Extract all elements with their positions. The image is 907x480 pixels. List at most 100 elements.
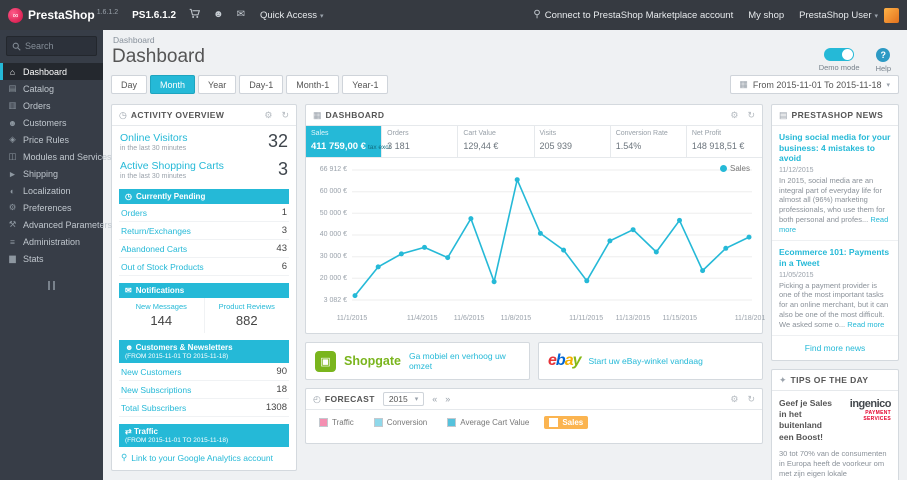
demo-mode-toggle[interactable] <box>824 48 855 61</box>
link-icon: ⚲ <box>121 452 128 462</box>
abandoned-carts-link[interactable]: Abandoned Carts <box>121 244 187 254</box>
sidebar-item-localization[interactable]: ◐ Localization <box>0 182 103 199</box>
orders-link[interactable]: Orders <box>121 208 147 218</box>
forecast-next-button[interactable]: » <box>445 394 450 404</box>
search-input[interactable] <box>25 41 91 51</box>
sidebar-item-dashboard[interactable]: ⌂ Dashboard <box>0 63 103 80</box>
pending-row-returns: Return/Exchanges 3 <box>119 222 289 240</box>
user-menu[interactable]: PrestaShop User ▾ <box>799 10 878 21</box>
forecast-legend-traffic[interactable]: Traffic <box>314 416 359 429</box>
page-title: Dashboard <box>112 46 205 67</box>
marketplace-link[interactable]: Connect to PrestaShop Marketplace accoun… <box>545 10 734 21</box>
refresh-icon[interactable]: ↻ <box>747 394 755 405</box>
sidebar-item-customers[interactable]: ☻ Customers <box>0 114 103 131</box>
customers-row-total-subscribers: Total Subscribers 1308 <box>119 399 289 417</box>
range-month-button[interactable]: Month <box>150 75 196 94</box>
globe-icon: ◐ <box>9 185 16 196</box>
range-month-1-button[interactable]: Month-1 <box>286 75 340 94</box>
sidebar-item-orders[interactable]: ▥ Orders <box>0 97 103 114</box>
out-of-stock-link[interactable]: Out of Stock Products <box>121 262 204 272</box>
panel-title: TIPS OF THE DAY <box>790 375 869 386</box>
date-range-button[interactable]: ▦ From 2015-11-01 To 2015-11-18 ▾ <box>730 75 899 94</box>
sidebar-item-shipping[interactable]: ► Shipping <box>0 165 103 182</box>
demo-mode-label: Demo mode <box>818 63 860 72</box>
kpi-net-profit[interactable]: Net Profit 148 918,51 € <box>687 126 762 157</box>
shopgate-promo-link[interactable]: Ga mobiel en verhoog uw omzet <box>409 351 520 371</box>
news-item-title[interactable]: Using social media for your business: 4 … <box>779 132 891 164</box>
forecast-year-select[interactable]: 2015 ▾ <box>382 392 425 406</box>
quick-access-menu[interactable]: Quick Access ▾ <box>260 10 324 21</box>
prestashop-logo-icon[interactable]: ∞ <box>8 7 23 23</box>
news-item-title[interactable]: Ecommerce 101: Payments in a Tweet <box>779 247 891 268</box>
sidebar-item-advanced-parameters[interactable]: ⚒ Advanced Parameters <box>0 216 112 233</box>
new-subscriptions-link[interactable]: New Subscriptions <box>121 385 191 395</box>
forecast-legend-average-cart-value[interactable]: Average Cart Value <box>442 416 534 429</box>
product-reviews-link[interactable]: Product Reviews <box>207 302 288 311</box>
shopgate-brand: Shopgate <box>344 354 401 368</box>
range-year-1-button[interactable]: Year-1 <box>342 75 389 94</box>
sidebar-item-administration[interactable]: ≡ Administration <box>0 233 103 250</box>
shop-name[interactable]: PS1.6.1.2 <box>132 10 176 21</box>
chart-legend[interactable]: Sales <box>719 164 750 173</box>
tip-heading-link[interactable]: Geef je Sales in het buitenland een Boos… <box>779 398 834 442</box>
gear-icon[interactable]: ⚙ <box>264 110 272 121</box>
clock-icon: ◷ <box>125 192 132 201</box>
range-day-1-button[interactable]: Day-1 <box>239 75 284 94</box>
user-avatar[interactable] <box>884 7 899 23</box>
returns-link[interactable]: Return/Exchanges <box>121 226 191 236</box>
search-icon <box>12 42 21 51</box>
sidebar-item-modules[interactable]: ◫ Modules and Services <box>0 148 111 165</box>
active-carts-link[interactable]: Active Shopping Carts <box>120 160 224 172</box>
kpi-sales[interactable]: Sales 411 759,00 € tax excl. <box>306 126 392 157</box>
range-day-button[interactable]: Day <box>111 75 148 94</box>
total-subscribers-link[interactable]: Total Subscribers <box>121 403 186 413</box>
new-messages-link[interactable]: New Messages <box>121 302 202 311</box>
help-icon[interactable]: ? <box>876 48 891 62</box>
news-icon: ▤ <box>779 109 788 120</box>
customers-notification-icon[interactable]: ☻ <box>213 10 224 20</box>
truck-icon: ► <box>8 168 17 179</box>
brand-name[interactable]: PrestaShop <box>28 8 95 22</box>
google-analytics-link[interactable]: ⚲ Link to your Google Analytics account <box>112 447 296 470</box>
online-visitors-link[interactable]: Online Visitors <box>120 132 188 144</box>
range-year-button[interactable]: Year <box>198 75 237 94</box>
ebay-promo-card[interactable]: ebay Start uw eBay-winkel vandaag <box>538 342 763 380</box>
lightbulb-icon: ✦ <box>779 374 787 385</box>
new-customers-link[interactable]: New Customers <box>121 367 181 377</box>
sidebar-item-label: Modules and Services <box>23 151 112 162</box>
forecast-legend-sales[interactable]: Sales <box>544 416 589 429</box>
kpi-visits[interactable]: Visits 205 939 <box>535 126 611 157</box>
sidebar-item-preferences[interactable]: ⚙ Preferences <box>0 199 103 216</box>
sales-swatch-icon <box>549 418 559 427</box>
refresh-icon[interactable]: ↻ <box>281 110 289 121</box>
shopgate-promo-card[interactable]: ▣ Shopgate Ga mobiel en verhoog uw omzet <box>305 342 530 380</box>
dashboard-panel-icon: ▦ <box>313 109 322 120</box>
wrench-icon: ⚒ <box>8 219 17 229</box>
refresh-icon[interactable]: ↻ <box>747 110 755 121</box>
find-more-news-link[interactable]: Find more news <box>772 336 898 360</box>
gear-icon[interactable]: ⚙ <box>730 110 738 121</box>
kpi-conversion-rate[interactable]: Conversion Rate 1.54% <box>611 126 687 157</box>
customers-icon: ☻ <box>8 117 17 128</box>
my-shop-link[interactable]: My shop <box>748 10 784 21</box>
kpi-cart-value[interactable]: Cart Value 129,44 € <box>458 126 535 157</box>
sidebar-item-stats[interactable]: ▆ Stats <box>0 250 103 267</box>
sidebar-item-price-rules[interactable]: ◈ Price Rules <box>0 131 103 148</box>
gear-icon[interactable]: ⚙ <box>730 394 738 405</box>
forecast-legend-conversion[interactable]: Conversion <box>369 416 432 429</box>
sales-chart-plot: Sales <box>352 164 752 314</box>
traffic-swatch-icon <box>319 418 328 427</box>
forecast-prev-button[interactable]: « <box>432 394 437 404</box>
ebay-promo-link[interactable]: Start uw eBay-winkel vandaag <box>589 356 703 366</box>
topbar: ∞ PrestaShop 1.6.1.2 PS1.6.1.2 ☻ ✉ Quick… <box>0 0 907 30</box>
orders-notification-icon[interactable] <box>189 8 201 22</box>
tip-body: 30 tot 70% van de consumenten in Europa … <box>779 448 887 480</box>
kpi-orders[interactable]: Orders 3 181 <box>382 126 459 157</box>
sidebar-item-catalog[interactable]: ▤ Catalog <box>0 80 103 97</box>
sidebar-collapse-button[interactable] <box>42 281 62 290</box>
sidebar-item-label: Stats <box>23 253 44 264</box>
news-item-date: 11/05/2015 <box>779 271 814 279</box>
messages-notification-icon[interactable]: ✉ <box>237 10 245 20</box>
notifications-header: ✉ Notifications <box>119 283 289 298</box>
read-more-link[interactable]: Read more <box>847 320 884 329</box>
